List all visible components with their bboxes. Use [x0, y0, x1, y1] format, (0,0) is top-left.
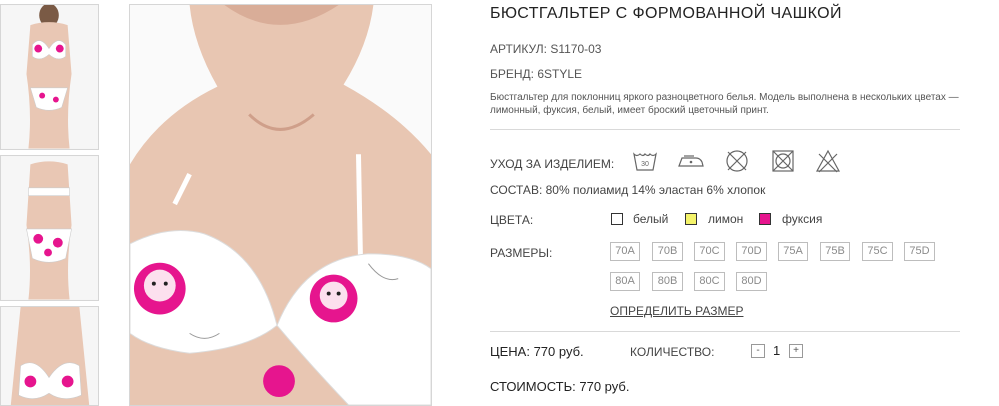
- size-option-75b[interactable]: 75B: [820, 242, 850, 261]
- size-option-75a[interactable]: 75A: [778, 242, 808, 261]
- article-value: S1170-03: [550, 42, 602, 56]
- care-label: УХОД ЗА ИЗДЕЛИЕМ:: [490, 157, 615, 171]
- thumbnail-front[interactable]: [0, 4, 99, 150]
- composition: СОСТАВ: 80% полиамид 14% эластан 6% хлоп…: [490, 183, 766, 197]
- quantity-label: КОЛИЧЕСТВО:: [630, 345, 715, 359]
- size-option-80b[interactable]: 80B: [652, 272, 683, 291]
- color-label-fuchsia[interactable]: фуксия: [782, 212, 822, 226]
- colors-label: ЦВЕТА:: [490, 213, 534, 227]
- brand-row: БРЕНД: 6STYLE: [490, 67, 582, 81]
- size-option-75d[interactable]: 75D: [904, 242, 935, 261]
- thumbnail-back[interactable]: [0, 155, 99, 301]
- thumbnail-back-image: [1, 156, 98, 300]
- product-title: БЮСТГАЛЬТЕР С ФОРМОВАННОЙ ЧАШКОЙ: [490, 5, 842, 22]
- divider: [490, 331, 960, 332]
- color-swatch-white[interactable]: [611, 213, 623, 225]
- size-guide-link[interactable]: ОПРЕДЕЛИТЬ РАЗМЕР: [610, 304, 743, 318]
- wash-30-icon: 30: [632, 148, 658, 174]
- thumbnail-front-image: [1, 5, 98, 149]
- product-description: Бюстгальтер для поклонниц яркого разноцв…: [490, 92, 959, 116]
- color-label-lemon[interactable]: лимон: [708, 212, 743, 226]
- thumbnail-closeup-image: [1, 307, 98, 405]
- size-option-70d[interactable]: 70D: [736, 242, 767, 261]
- size-option-70b[interactable]: 70B: [652, 242, 683, 261]
- color-swatch-fuchsia[interactable]: [759, 213, 771, 225]
- article-label: АРТИКУЛ:: [490, 42, 547, 56]
- size-option-70a[interactable]: 70A: [610, 242, 640, 261]
- brand-value: 6STYLE: [537, 67, 583, 81]
- size-option-75c[interactable]: 75C: [862, 242, 893, 261]
- color-swatch-lemon[interactable]: [685, 213, 697, 225]
- thumbnail-closeup[interactable]: [0, 306, 99, 406]
- price: ЦЕНА: 770 руб.: [490, 344, 584, 359]
- no-dry-clean-icon: [724, 148, 750, 174]
- size-option-80d[interactable]: 80D: [736, 272, 767, 291]
- brand-label: БРЕНД:: [490, 67, 535, 81]
- total-cost: СТОИМОСТЬ: 770 руб.: [490, 379, 630, 394]
- no-bleach-icon: [815, 148, 841, 174]
- article-row: АРТИКУЛ: S1170-03: [490, 42, 601, 56]
- sizes-label: РАЗМЕРЫ:: [490, 246, 553, 260]
- main-product-photo[interactable]: [129, 4, 432, 406]
- product-photo-image: [130, 5, 431, 405]
- iron-low-icon: [678, 148, 704, 174]
- no-tumble-dry-icon: [770, 148, 796, 174]
- size-option-70c[interactable]: 70C: [694, 242, 725, 261]
- quantity-increase-button[interactable]: +: [789, 344, 803, 358]
- size-option-80a[interactable]: 80A: [610, 272, 640, 291]
- color-label-white[interactable]: белый: [633, 212, 668, 226]
- quantity-value[interactable]: 1: [773, 343, 780, 358]
- size-option-80c[interactable]: 80C: [694, 272, 725, 291]
- svg-text:30: 30: [641, 161, 649, 168]
- quantity-decrease-button[interactable]: -: [751, 344, 765, 358]
- divider: [490, 129, 960, 130]
